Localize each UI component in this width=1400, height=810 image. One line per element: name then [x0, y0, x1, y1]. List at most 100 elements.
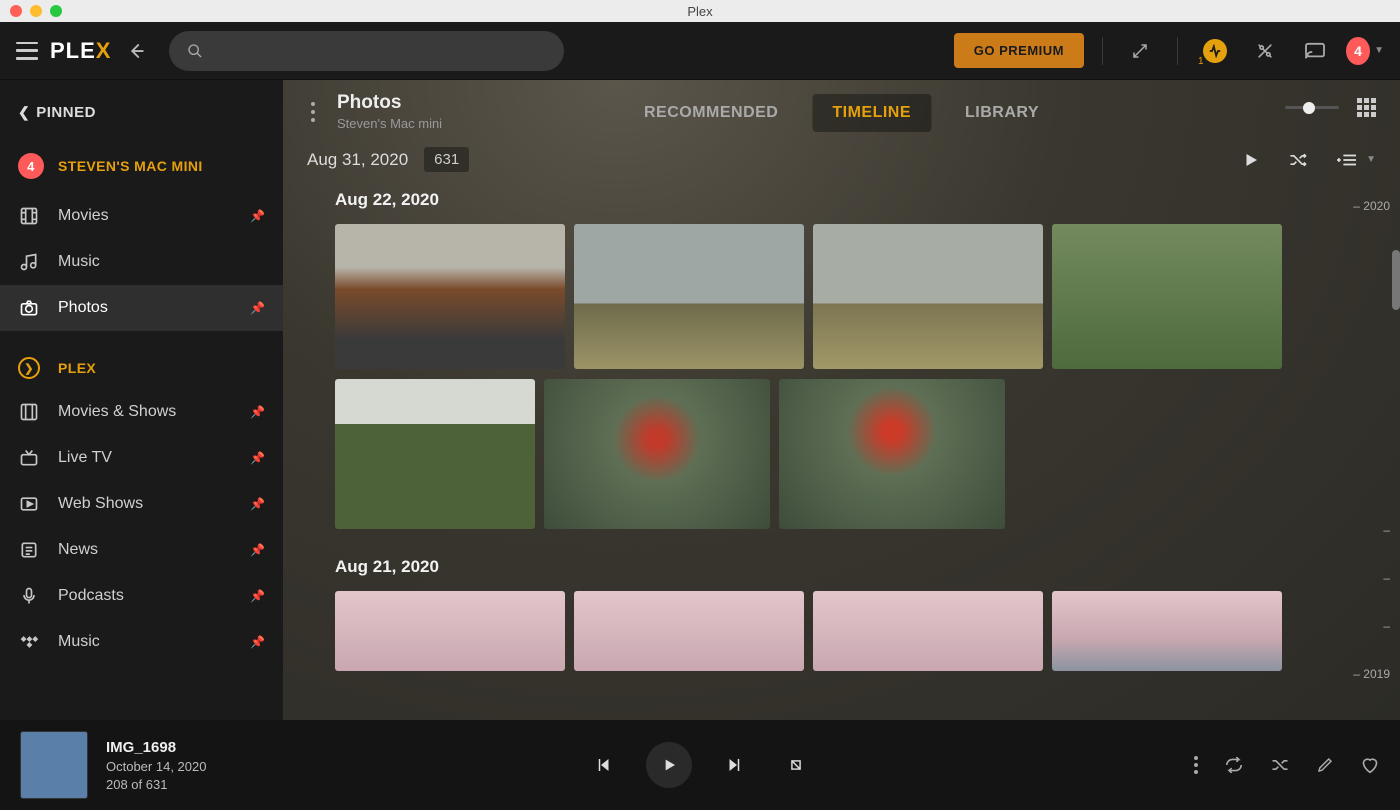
- pin-icon[interactable]: 📌: [250, 405, 265, 419]
- now-playing-bar: IMG_1698 October 14, 2020 208 of 631: [0, 720, 1400, 810]
- date-heading: Aug 22, 2020: [335, 190, 1360, 210]
- stop-button[interactable]: [776, 745, 816, 785]
- edit-button[interactable]: [1316, 756, 1334, 774]
- pinned-header[interactable]: ❮ PINNED: [0, 94, 283, 139]
- user-menu[interactable]: 4 ▼: [1346, 37, 1384, 65]
- photo-thumbnail[interactable]: [1052, 224, 1282, 369]
- cast-icon[interactable]: [1296, 42, 1334, 60]
- view-tabs: RECOMMENDED TIMELINE LIBRARY: [624, 94, 1059, 132]
- photo-thumbnail[interactable]: [1052, 591, 1282, 671]
- sidebar-item-live-tv[interactable]: Live TV 📌: [0, 435, 283, 481]
- sidebar-item-web-shows[interactable]: Web Shows 📌: [0, 481, 283, 527]
- divider: [1177, 37, 1178, 65]
- shuffle-button[interactable]: [1270, 755, 1290, 775]
- divider: [1102, 37, 1103, 65]
- fullscreen-icon[interactable]: [1121, 42, 1159, 60]
- now-playing-thumbnail[interactable]: [20, 731, 88, 799]
- film-icon: [18, 401, 40, 423]
- favorite-button[interactable]: [1360, 756, 1380, 774]
- sidebar-item-movies-shows[interactable]: Movies & Shows 📌: [0, 389, 283, 435]
- go-premium-button[interactable]: GO PREMIUM: [954, 33, 1084, 68]
- page-title: Photos: [337, 92, 442, 114]
- sidebar-item-label: Music: [58, 633, 100, 651]
- sidebar-item-news[interactable]: News 📌: [0, 527, 283, 573]
- photo-thumbnail[interactable]: [544, 379, 770, 529]
- now-playing-position: 208 of 631: [106, 777, 206, 792]
- more-options-button[interactable]: [1194, 756, 1198, 774]
- sidebar-item-label: Web Shows: [58, 495, 143, 513]
- pin-icon[interactable]: 📌: [250, 301, 265, 315]
- sidebar-item-label: News: [58, 541, 98, 559]
- sidebar-item-label: Music: [58, 253, 100, 271]
- filter-date[interactable]: Aug 31, 2020: [307, 150, 408, 170]
- pinned-label: PINNED: [36, 104, 96, 121]
- pin-icon[interactable]: 📌: [250, 451, 265, 465]
- previous-button[interactable]: [584, 745, 624, 785]
- grid-view-icon[interactable]: [1357, 98, 1376, 117]
- user-badge: 4: [1346, 37, 1370, 65]
- search-input[interactable]: [169, 31, 564, 71]
- photo-thumbnail[interactable]: [574, 224, 804, 369]
- zoom-slider[interactable]: [1285, 106, 1339, 109]
- sidebar-item-music[interactable]: Music: [0, 239, 283, 285]
- sidebar-item-label: Podcasts: [58, 587, 124, 605]
- sidebar-item-label: Live TV: [58, 449, 112, 467]
- sidebar-item-podcasts[interactable]: Podcasts 📌: [0, 573, 283, 619]
- now-playing-meta: IMG_1698 October 14, 2020 208 of 631: [106, 739, 206, 792]
- pin-icon[interactable]: 📌: [250, 589, 265, 603]
- next-button[interactable]: [714, 745, 754, 785]
- tab-recommended[interactable]: RECOMMENDED: [624, 94, 798, 132]
- now-playing-title[interactable]: IMG_1698: [106, 739, 206, 756]
- server-row[interactable]: 4 STEVEN'S MAC MINI: [0, 139, 283, 193]
- photo-thumbnail[interactable]: [813, 591, 1043, 671]
- logo-x: X: [96, 38, 112, 64]
- photo-thumbnail[interactable]: [335, 591, 565, 671]
- year-mark-bottom: – 2019: [1353, 668, 1390, 680]
- add-to-playlist-button[interactable]: ▼: [1336, 151, 1376, 169]
- main-content: Photos Steven's Mac mini RECOMMENDED TIM…: [283, 80, 1400, 720]
- plex-logo[interactable]: PLEX: [50, 38, 111, 64]
- tab-timeline[interactable]: TIMELINE: [812, 94, 931, 132]
- scrollbar-thumb[interactable]: [1392, 250, 1400, 310]
- pin-icon[interactable]: 📌: [250, 543, 265, 557]
- settings-icon[interactable]: [1246, 41, 1284, 61]
- activity-icon[interactable]: 1: [1196, 39, 1234, 63]
- pin-icon[interactable]: 📌: [250, 497, 265, 511]
- sidebar-item-label: Photos: [58, 299, 108, 317]
- sidebar-item-label: Movies & Shows: [58, 403, 176, 421]
- search-field[interactable]: [213, 43, 546, 59]
- back-button[interactable]: [127, 42, 145, 60]
- search-icon: [187, 43, 203, 59]
- pin-icon[interactable]: 📌: [250, 209, 265, 223]
- photo-thumbnail[interactable]: [335, 379, 535, 529]
- shuffle-button[interactable]: [1288, 150, 1308, 170]
- photo-timeline[interactable]: Aug 22, 2020 Aug 21, 2020: [283, 190, 1400, 720]
- play-button[interactable]: [646, 742, 692, 788]
- page-subtitle: Steven's Mac mini: [337, 116, 442, 131]
- repeat-button[interactable]: [1224, 757, 1244, 773]
- timeline-scrubber[interactable]: – 2020 – – – – 2019: [1353, 190, 1390, 720]
- sidebar-item-movies[interactable]: Movies 📌: [0, 193, 283, 239]
- mic-icon: [18, 585, 40, 607]
- photo-thumbnail[interactable]: [779, 379, 1005, 529]
- tidal-icon: [18, 631, 40, 653]
- photo-thumbnail[interactable]: [335, 224, 565, 369]
- now-playing-date: October 14, 2020: [106, 759, 206, 774]
- tv-icon: [18, 447, 40, 469]
- play-all-button[interactable]: [1242, 151, 1260, 169]
- tab-library[interactable]: LIBRARY: [945, 94, 1059, 132]
- sidebar: ❮ PINNED 4 STEVEN'S MAC MINI Movies 📌 Mu…: [0, 80, 283, 720]
- filter-row: Aug 31, 2020 631 ▼: [283, 139, 1400, 190]
- sidebar-item-plex-music[interactable]: Music 📌: [0, 619, 283, 665]
- plex-chevron-icon: ❯: [18, 357, 40, 379]
- photo-thumbnail[interactable]: [813, 224, 1043, 369]
- playback-controls: [584, 742, 816, 788]
- context-menu-button[interactable]: [307, 98, 319, 126]
- sidebar-item-photos[interactable]: Photos 📌: [0, 285, 283, 331]
- pin-icon[interactable]: 📌: [250, 635, 265, 649]
- menu-icon[interactable]: [16, 42, 38, 60]
- plex-section-header[interactable]: ❯ PLEX: [0, 343, 283, 389]
- activity-count: 1: [1198, 56, 1204, 67]
- photo-thumbnail[interactable]: [574, 591, 804, 671]
- server-badge: 4: [18, 153, 44, 179]
